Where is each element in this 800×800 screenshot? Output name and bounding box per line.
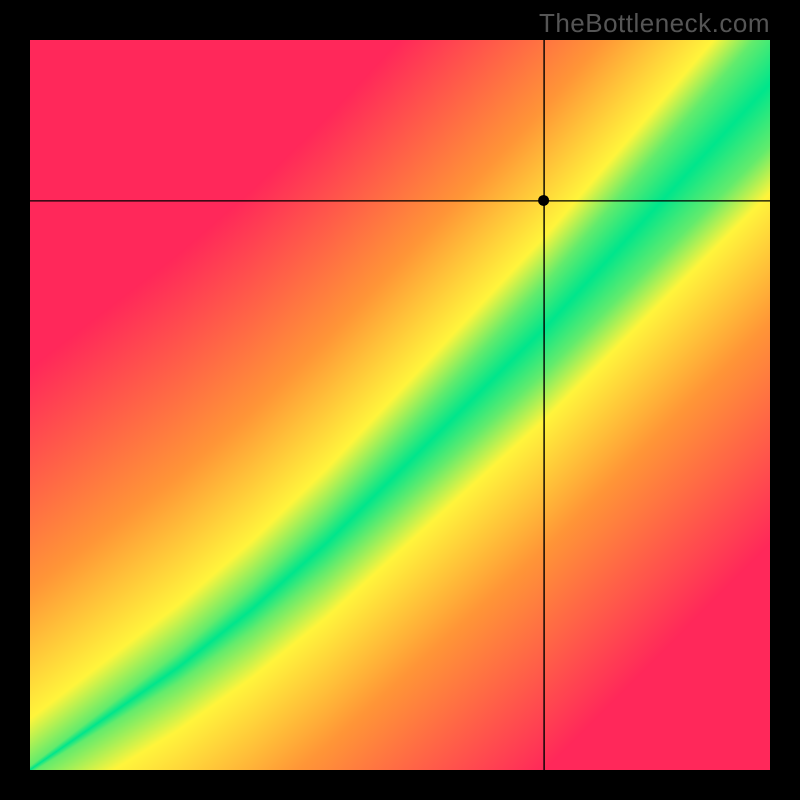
watermark-text: TheBottleneck.com bbox=[539, 8, 770, 39]
chart-stage: TheBottleneck.com bbox=[0, 0, 800, 800]
heatmap-plot bbox=[30, 40, 770, 770]
crosshair-overlay bbox=[30, 40, 770, 770]
